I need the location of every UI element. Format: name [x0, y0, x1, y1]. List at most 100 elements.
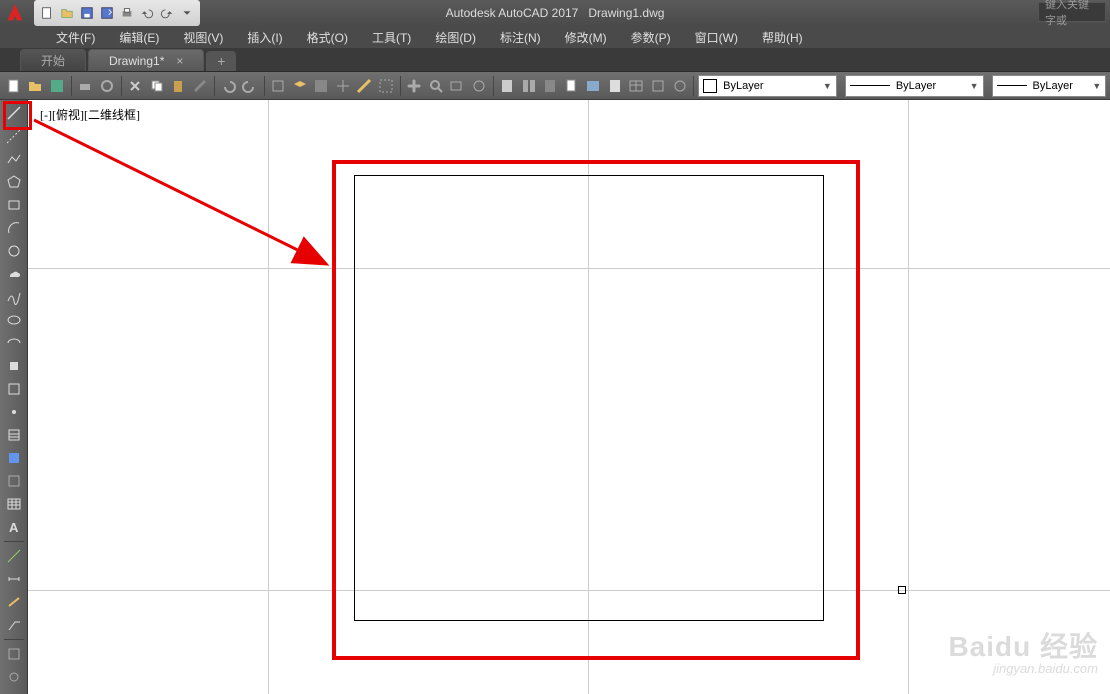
tool-rectangle-icon[interactable]: [3, 194, 25, 216]
menu-dimension[interactable]: 标注(N): [488, 26, 553, 48]
tool-make-block-icon[interactable]: [3, 378, 25, 400]
tb-preview-icon[interactable]: [97, 75, 117, 97]
toolbar-separator: [4, 639, 24, 640]
tb-save-icon[interactable]: [47, 75, 67, 97]
menu-insert[interactable]: 插入(I): [235, 26, 294, 48]
tool-ellipse-icon[interactable]: [3, 309, 25, 331]
tb-quickcalc-icon[interactable]: [605, 75, 625, 97]
search-placeholder: 键入关键字或: [1045, 0, 1099, 28]
tool-dim-linear-icon[interactable]: [3, 568, 25, 590]
tb-measure-icon[interactable]: [355, 75, 375, 97]
tool-gradient-icon[interactable]: [3, 447, 25, 469]
menu-format[interactable]: 格式(O): [295, 26, 360, 48]
tool-point-icon[interactable]: [3, 401, 25, 423]
qat-new-icon[interactable]: [38, 4, 56, 22]
tb-match-icon[interactable]: [190, 75, 210, 97]
toolbar-separator: [121, 76, 122, 96]
tb-toolpalettes-icon[interactable]: [541, 75, 561, 97]
tb-zoomprevious-icon[interactable]: [469, 75, 489, 97]
annotation-highlight-large: [332, 160, 860, 660]
qat-save-icon[interactable]: [78, 4, 96, 22]
menu-parametric[interactable]: 参数(P): [619, 26, 683, 48]
tool-spline-icon[interactable]: [3, 286, 25, 308]
tb-copy-icon[interactable]: [147, 75, 167, 97]
menu-draw[interactable]: 绘图(D): [423, 26, 488, 48]
tool-circle-icon[interactable]: [3, 240, 25, 262]
tool-insert-block-icon[interactable]: [3, 355, 25, 377]
search-box[interactable]: 键入关键字或: [1038, 2, 1106, 22]
qat-print-icon[interactable]: [118, 4, 136, 22]
tb-block-icon[interactable]: [268, 75, 288, 97]
qat-redo-icon[interactable]: [158, 4, 176, 22]
dropdown-arrow-icon: ▼: [823, 81, 832, 91]
tb-open-icon[interactable]: [26, 75, 46, 97]
menu-modify[interactable]: 修改(M): [553, 26, 619, 48]
menu-edit[interactable]: 编辑(E): [107, 26, 171, 48]
tb-pan-icon[interactable]: [404, 75, 424, 97]
tb-paste-icon[interactable]: [169, 75, 189, 97]
tab-add-button[interactable]: +: [206, 51, 236, 71]
toolbar-separator: [214, 76, 215, 96]
tool-hatch-icon[interactable]: [3, 424, 25, 446]
title-bar: Autodesk AutoCAD 2017 Drawing1.dwg 键入关键字…: [0, 0, 1110, 26]
qat-undo-icon[interactable]: [138, 4, 156, 22]
tool-mleader-icon[interactable]: [3, 614, 25, 636]
tab-start[interactable]: 开始: [20, 49, 86, 71]
tb-selectall-icon[interactable]: [376, 75, 396, 97]
menu-file[interactable]: 文件(F): [44, 26, 107, 48]
lineweight-combo[interactable]: ByLayer ▼: [992, 75, 1107, 97]
qat-saveas-icon[interactable]: [98, 4, 116, 22]
tb-props-palette-icon[interactable]: [498, 75, 518, 97]
tool-ellipse-arc-icon[interactable]: [3, 332, 25, 354]
menu-view[interactable]: 视图(V): [171, 26, 235, 48]
draw-toolbar: A: [0, 100, 28, 694]
tb-new-icon[interactable]: [4, 75, 24, 97]
tb-redo-icon[interactable]: [240, 75, 260, 97]
doc-name: Drawing1.dwg: [588, 6, 664, 20]
tb-cut-icon[interactable]: [125, 75, 145, 97]
tb-sheetset-icon[interactable]: [562, 75, 582, 97]
tool-revision-cloud-icon[interactable]: [3, 263, 25, 285]
tool-extra2-icon[interactable]: [3, 666, 25, 688]
svg-text:A: A: [9, 520, 19, 535]
tb-extra1-icon[interactable]: [648, 75, 668, 97]
tb-dsettings-icon[interactable]: [333, 75, 353, 97]
dropdown-arrow-icon: ▼: [970, 81, 979, 91]
toolbar-separator: [71, 76, 72, 96]
qat-open-icon[interactable]: [58, 4, 76, 22]
tool-polygon-icon[interactable]: [3, 171, 25, 193]
linetype-combo[interactable]: ByLayer ▼: [845, 75, 984, 97]
lineweight-value: ByLayer: [1033, 80, 1073, 92]
tb-properties-icon[interactable]: [311, 75, 331, 97]
color-swatch-icon: [703, 79, 717, 93]
tb-extra2-icon[interactable]: [670, 75, 690, 97]
tb-table-icon[interactable]: [627, 75, 647, 97]
tb-zoomwindow-icon[interactable]: [448, 75, 468, 97]
tool-dim-style-icon[interactable]: [3, 591, 25, 613]
tool-table-icon[interactable]: [3, 493, 25, 515]
main-toolbar: ByLayer ▼ ByLayer ▼ ByLayer ▼: [0, 72, 1110, 100]
tool-region-icon[interactable]: [3, 470, 25, 492]
layer-combo[interactable]: ByLayer ▼: [698, 75, 837, 97]
app-logo-icon[interactable]: [0, 0, 30, 26]
tool-extra1-icon[interactable]: [3, 643, 25, 665]
tb-print-icon[interactable]: [75, 75, 95, 97]
tb-markup-icon[interactable]: [584, 75, 604, 97]
tab-drawing1[interactable]: Drawing1* ×: [88, 49, 204, 71]
menu-tools[interactable]: 工具(T): [360, 26, 423, 48]
tab-label: Drawing1*: [109, 54, 164, 68]
cursor-marker-icon: [898, 586, 906, 594]
qat-dropdown-icon[interactable]: [178, 4, 196, 22]
tool-arc-icon[interactable]: [3, 217, 25, 239]
menu-window[interactable]: 窗口(W): [683, 26, 750, 48]
menu-help[interactable]: 帮助(H): [750, 26, 815, 48]
toolbar-separator: [400, 76, 401, 96]
tb-layer-icon[interactable]: [290, 75, 310, 97]
tb-zoom-icon[interactable]: [426, 75, 446, 97]
tb-undo-icon[interactable]: [218, 75, 238, 97]
tb-designcenter-icon[interactable]: [519, 75, 539, 97]
tool-text-icon[interactable]: A: [3, 516, 25, 538]
tool-polyline-icon[interactable]: [3, 148, 25, 170]
tool-addselected-icon[interactable]: [3, 545, 25, 567]
tab-close-icon[interactable]: ×: [176, 54, 183, 68]
